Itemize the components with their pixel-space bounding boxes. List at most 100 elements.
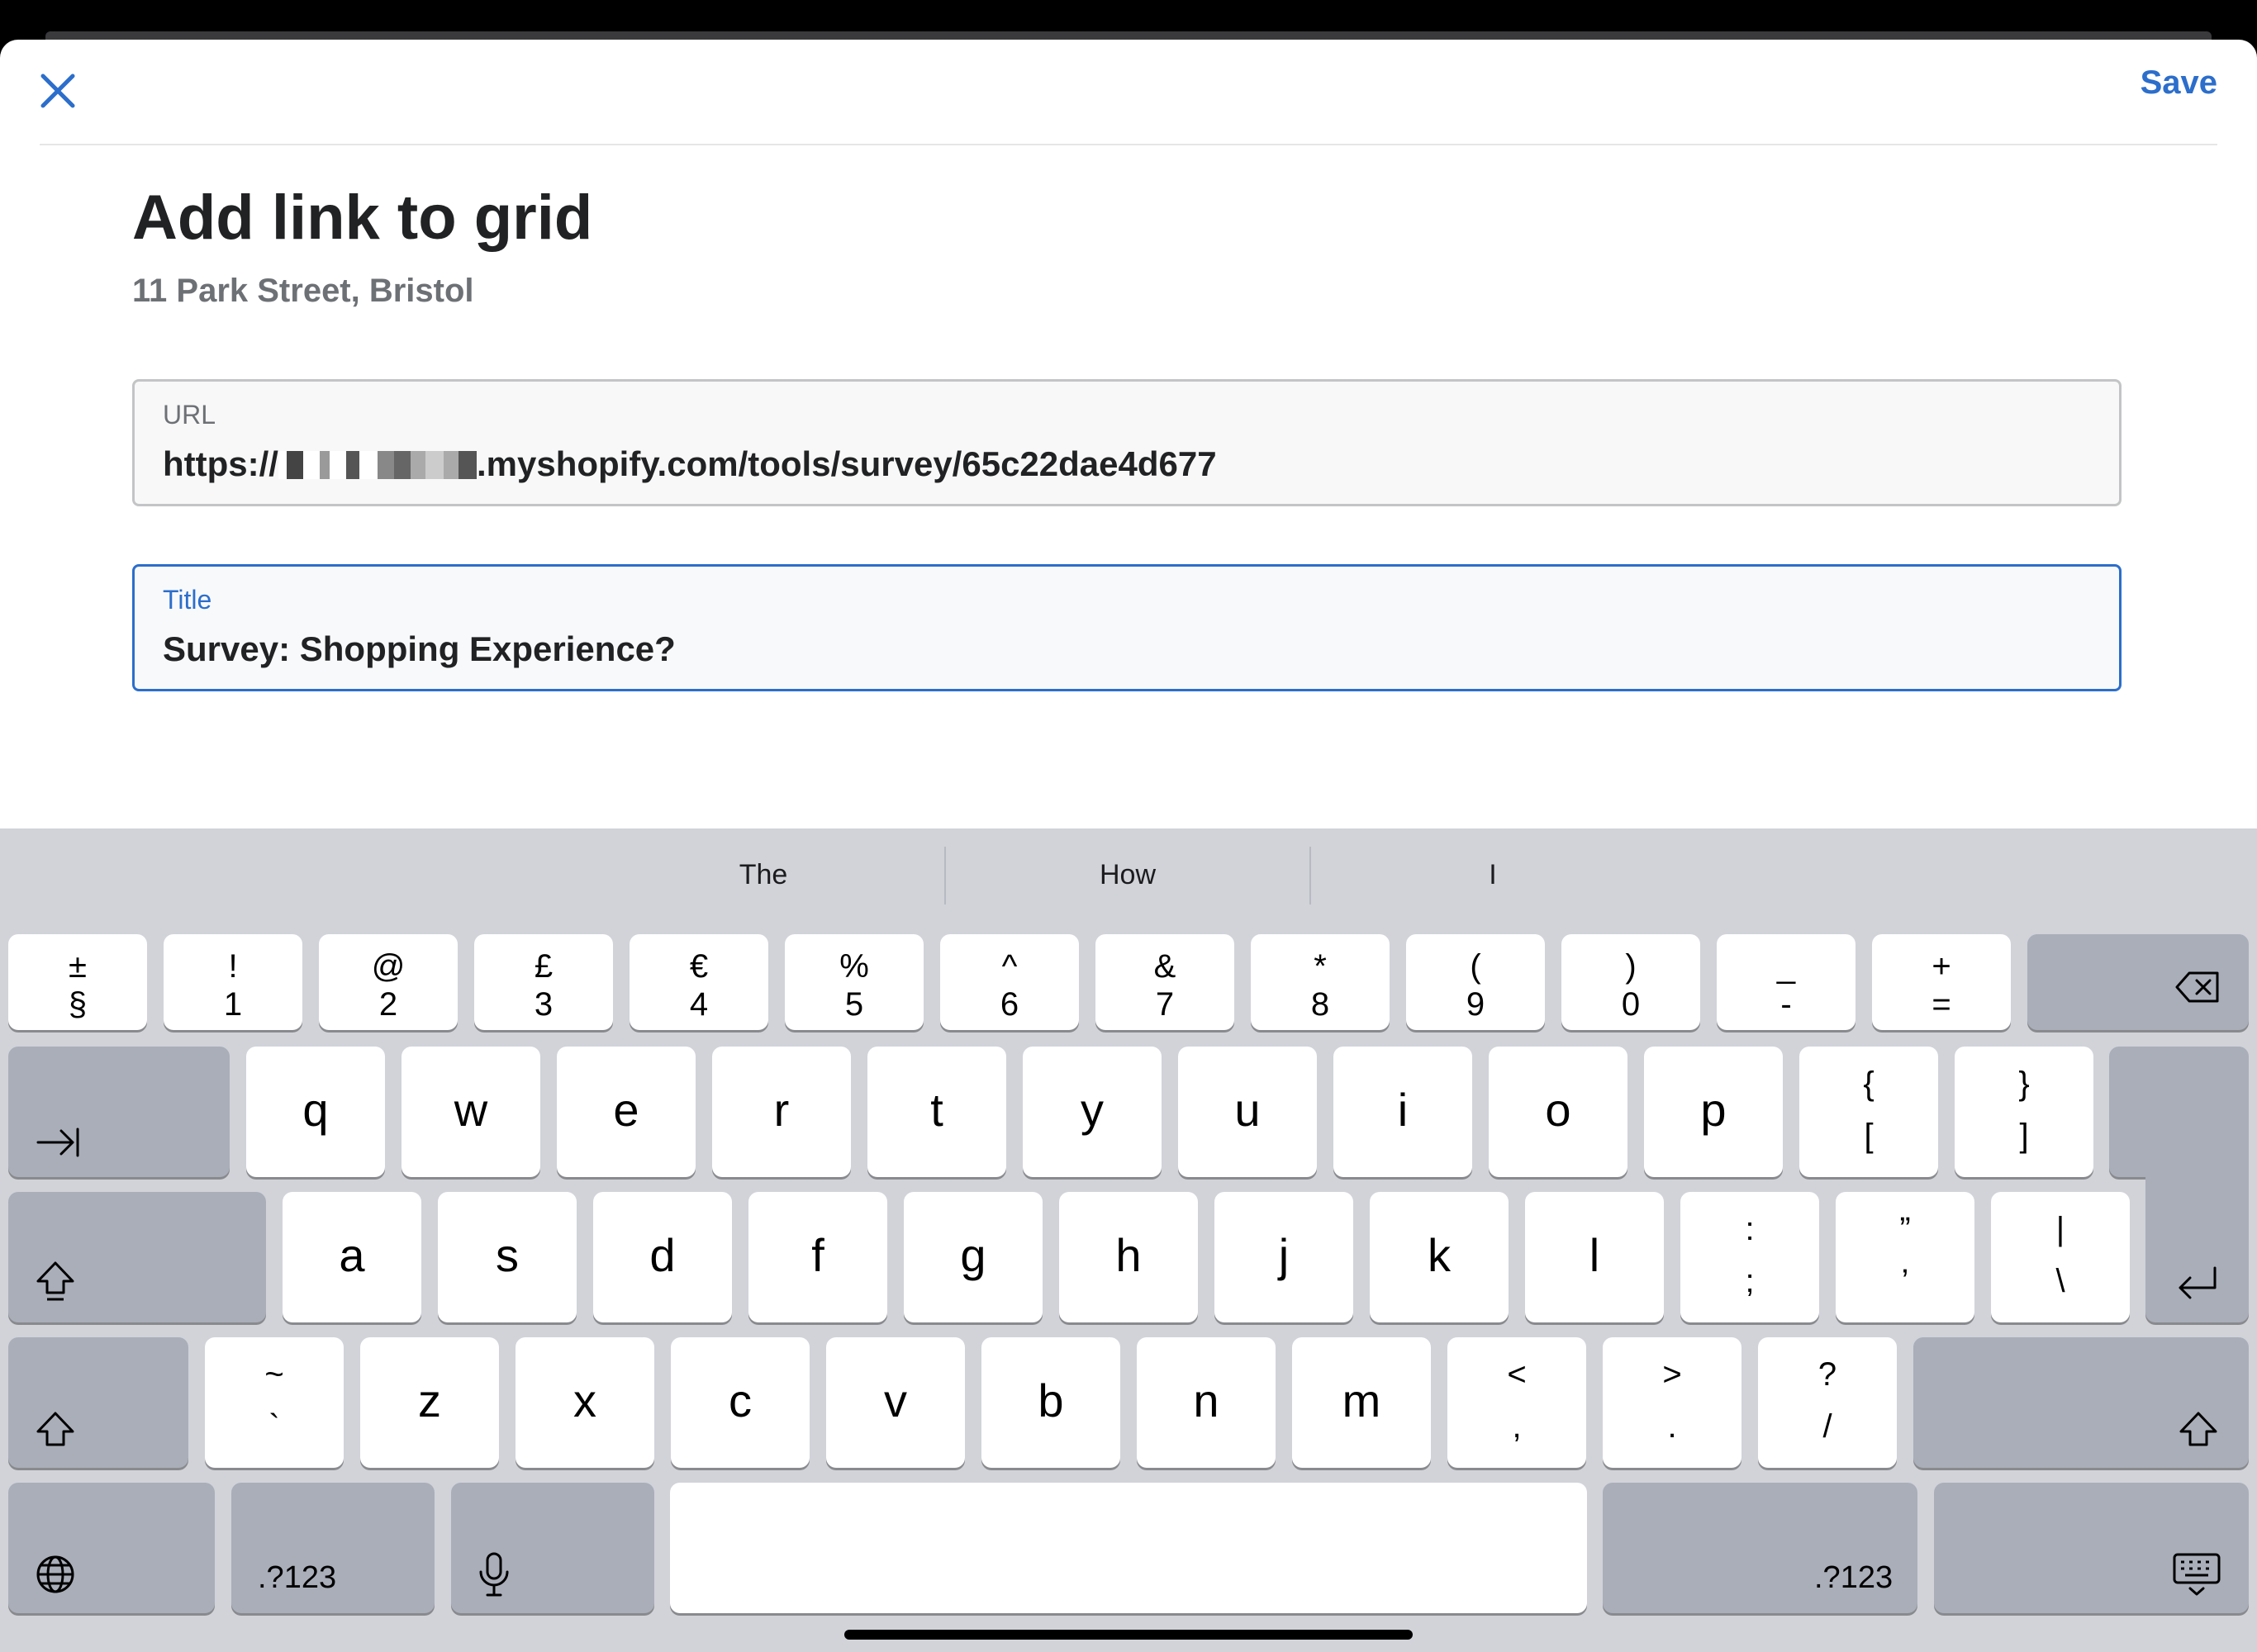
key-s[interactable]: s (438, 1192, 577, 1322)
title-field-value[interactable]: Survey: Shopping Experience? (163, 629, 676, 669)
caps-lock-key[interactable] (8, 1192, 266, 1322)
space-bar[interactable] (670, 1483, 1587, 1613)
key-label: 2 (378, 986, 398, 1023)
title-field[interactable]: Title Survey: Shopping Experience? (132, 564, 2122, 691)
key-l[interactable]: l (1525, 1192, 1664, 1322)
key-num-5[interactable]: % 5 (785, 934, 924, 1030)
key-num-3[interactable]: £3 (474, 934, 613, 1030)
key-o[interactable]: o (1489, 1047, 1627, 1177)
key-a[interactable]: a (283, 1192, 421, 1322)
key-i[interactable]: i (1333, 1047, 1472, 1177)
key-shift-label: ^ (1001, 948, 1018, 985)
key-v[interactable]: v (826, 1337, 965, 1468)
suggestion-1[interactable]: The (578, 828, 948, 921)
globe-key[interactable] (8, 1483, 215, 1613)
suggestion-3[interactable]: I (1311, 828, 1675, 921)
return-key-top[interactable] (2109, 1047, 2249, 1177)
url-field-value[interactable]: https:// .myshopify.com/tools/survey/65c2… (163, 444, 1217, 484)
close-button[interactable] (40, 73, 76, 109)
key-shift-label: + (1932, 948, 1951, 985)
key-num-1[interactable]: ! 1 (164, 934, 302, 1030)
key-shift-label: % (839, 948, 869, 985)
key-f[interactable]: f (748, 1192, 887, 1322)
key-punct-a-1[interactable]: ”’ (1836, 1192, 1974, 1322)
key-num-0[interactable]: ± § (8, 934, 147, 1030)
key-m[interactable]: m (1292, 1337, 1431, 1468)
key-label: j (1278, 1229, 1290, 1281)
backspace-key[interactable] (2027, 934, 2249, 1030)
key-q[interactable]: q (246, 1047, 385, 1177)
key-label: c (729, 1374, 752, 1427)
key-punct-z-1[interactable]: >. (1603, 1337, 1741, 1468)
key-label: § (68, 986, 88, 1023)
suggestion-2[interactable]: How (946, 828, 1309, 921)
home-indicator (844, 1630, 1413, 1640)
key-label: 5 (844, 986, 864, 1023)
key-g[interactable]: g (904, 1192, 1043, 1322)
key-num-10[interactable]: ) 0 (1561, 934, 1700, 1030)
key-e[interactable]: e (557, 1047, 696, 1177)
return-key[interactable] (2145, 1169, 2249, 1322)
key-punct-a-0[interactable]: :; (1680, 1192, 1819, 1322)
key-label: k (1428, 1229, 1451, 1281)
key-k[interactable]: k (1370, 1192, 1509, 1322)
key-label: p (1700, 1084, 1727, 1136)
key-label: r (773, 1084, 790, 1136)
key-shift-label: | (2055, 1211, 2065, 1247)
key-shift-label: < (1507, 1356, 1527, 1393)
key-shift-label: ± (69, 948, 87, 985)
key-d[interactable]: d (593, 1192, 732, 1322)
key-num-7[interactable]: & 7 (1095, 934, 1234, 1030)
key-z[interactable]: z (360, 1337, 499, 1468)
key-bracket-0[interactable]: {[ (1799, 1047, 1938, 1177)
key-label: [ (1864, 1118, 1874, 1154)
key-x[interactable]: x (516, 1337, 654, 1468)
keyboard-dismiss-key[interactable] (1934, 1483, 2249, 1613)
key-shift-label: ~ (264, 1356, 284, 1393)
key-label: 6 (1000, 986, 1019, 1023)
key-r[interactable]: r (712, 1047, 851, 1177)
key-p[interactable]: p (1644, 1047, 1783, 1177)
numbers-key-label: .?123 (1814, 1560, 1894, 1595)
key-num-4[interactable]: €4 (630, 934, 768, 1030)
key-b[interactable]: b (981, 1337, 1120, 1468)
key-label: ] (2019, 1118, 2029, 1154)
tab-key[interactable] (8, 1047, 230, 1177)
key-shift-label: € (689, 948, 709, 985)
save-button[interactable]: Save (2141, 64, 2217, 102)
key-num-6[interactable]: ^ 6 (940, 934, 1079, 1030)
key-shift-label: & (1153, 948, 1176, 985)
key-j[interactable]: j (1214, 1192, 1353, 1322)
numbers-key-right[interactable]: .?123 (1603, 1483, 1917, 1613)
key-shift-label: @ (371, 948, 406, 985)
key-label: \ (2055, 1263, 2065, 1299)
url-field[interactable]: URL https:// .myshopify.com/tools/survey/… (132, 379, 2122, 506)
key-c[interactable]: c (671, 1337, 810, 1468)
numbers-key-left[interactable]: .?123 (231, 1483, 435, 1613)
key-label: b (1038, 1374, 1064, 1427)
key-w[interactable]: w (402, 1047, 540, 1177)
key-punct-z-2[interactable]: ? / (1758, 1337, 1897, 1468)
key-num-2[interactable]: @2 (319, 934, 458, 1030)
shift-key-left[interactable] (8, 1337, 188, 1468)
key-u[interactable]: u (1178, 1047, 1317, 1177)
key-num-12[interactable]: + = (1872, 934, 2011, 1030)
key-y[interactable]: y (1023, 1047, 1162, 1177)
key-label: 3 (534, 986, 554, 1023)
key-num-8[interactable]: * 8 (1251, 934, 1390, 1030)
key-label: . (1667, 1408, 1677, 1445)
key-num-9[interactable]: (9 (1406, 934, 1545, 1030)
key-t[interactable]: t (867, 1047, 1006, 1177)
dictation-key[interactable] (451, 1483, 654, 1613)
key-shift-label: £ (534, 948, 554, 985)
key-shift-label: } (2018, 1066, 2030, 1102)
key-bracket-1[interactable]: }] (1955, 1047, 2093, 1177)
key-punct-z-0[interactable]: <, (1447, 1337, 1586, 1468)
key-tilde[interactable]: ~ ` (205, 1337, 344, 1468)
shift-key-right[interactable] (1913, 1337, 2249, 1468)
key-punct-a-2[interactable]: | \ (1991, 1192, 2130, 1322)
shift-icon (36, 1412, 74, 1446)
key-n[interactable]: n (1137, 1337, 1276, 1468)
key-h[interactable]: h (1059, 1192, 1198, 1322)
key-num-11[interactable]: _ - (1717, 934, 1855, 1030)
